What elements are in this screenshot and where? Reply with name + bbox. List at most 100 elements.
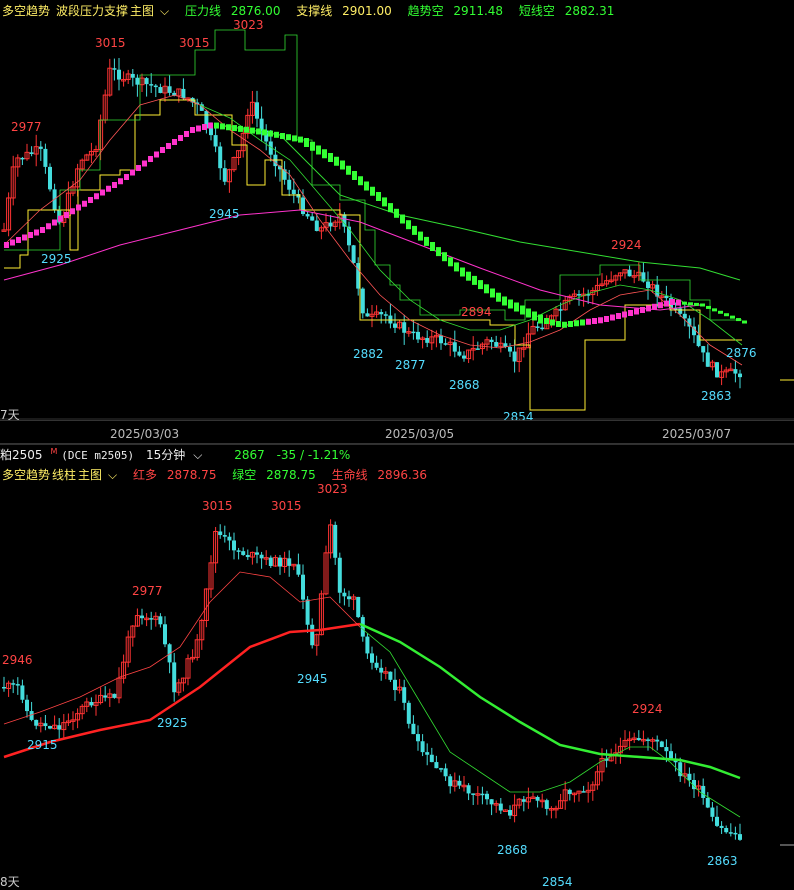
candle-body [310,624,315,646]
main-chart-label: 主图 [130,4,155,18]
trend-band-segment [508,299,513,309]
candle-body [34,719,39,726]
last-price: 2867 [234,448,265,462]
candle-body [89,701,94,706]
candle-body [535,326,540,328]
trend-band-segment [250,127,255,134]
candle-body [448,776,453,787]
trend-band-segment [286,134,291,141]
candle-body [402,322,407,333]
candle-body [181,88,186,99]
candle-body [724,827,729,833]
candle-body [255,102,259,119]
peak-label: 2924 [632,702,663,716]
candle-body [485,793,489,800]
candle-body [705,352,710,367]
trend-band-segment [406,220,411,230]
trend-band-segment [688,302,693,306]
candle-body [255,552,259,555]
trend-band-segment [4,242,9,248]
trend-band-segment [430,242,435,251]
main-chart-menu[interactable]: 主图 ⌵ [78,468,123,482]
indicator-sub[interactable]: 波段压力支撑 [56,4,128,18]
main-chart-menu[interactable]: 主图 ⌵ [130,4,175,18]
trend-band-segment [184,131,189,137]
main-chart-canvas[interactable] [0,0,794,420]
trend-band-segment [424,236,429,246]
trend-band-segment [376,192,381,201]
candle-body [296,564,301,575]
trend-band-segment [28,232,33,238]
candle-body [227,536,232,541]
trend-band-segment [292,135,297,142]
short-ma-line [3,571,361,725]
sub-chart-legend: 多空趋势 线柱 主图 ⌵ 红多 2878.75 绿空 2878.75 生命线 2896… [2,466,439,483]
candle-body [646,281,650,289]
candle-body [347,596,351,600]
trend-band-segment [178,135,183,141]
trend-band-segment [328,153,333,162]
indicator-name[interactable]: 多空趋势 [2,468,50,482]
candle-body [209,128,213,136]
candle-body [11,683,16,685]
candle-body [305,599,310,625]
candle-body [535,796,540,801]
trough-label: 2925 [41,252,72,266]
trend-band-segment [112,182,117,188]
candle-body [719,825,724,828]
candle-body [347,226,351,246]
main-chart-pane[interactable] [0,0,794,420]
chevron-down-icon: ⌵ [160,4,170,18]
candle-body [471,793,476,795]
candle-body [379,667,384,673]
trend-band-segment [646,305,651,312]
candle-body [457,780,462,786]
trend-band-segment [334,156,339,166]
candle-body [425,338,430,343]
trend-band-segment [382,197,387,207]
indicator-sub[interactable]: 线柱 [52,468,76,482]
trend-band-segment [694,302,699,306]
candle-body [540,327,545,330]
trend-band-segment [208,122,213,129]
candle-body [153,85,158,88]
trend-band-segment [274,131,279,138]
green-short-label: 绿空 2878.75 [232,468,316,482]
trend-band-segment [484,284,489,294]
trend-band-segment [634,308,639,315]
candle-body [57,725,62,730]
trend-band-segment [520,305,525,315]
candle-body [457,351,462,356]
candle-body [163,624,167,645]
candle-body [733,369,738,374]
candle-body [669,751,673,759]
trend-band-segment [304,138,309,147]
candle-body [360,288,365,314]
trend-band-segment [568,321,573,327]
candle-body [337,557,342,593]
candle-body [144,78,149,85]
trend-band-segment [364,181,369,191]
trend-band-segment [442,252,447,262]
trend-band-segment [454,262,459,272]
candle-body [687,773,692,781]
candle-body [443,768,448,777]
sub-chart-canvas[interactable] [0,462,794,890]
period-selector[interactable]: 15分钟 ⌵ [146,448,210,462]
trend-band-segment [22,234,27,241]
trend-band-segment [160,147,165,153]
sub-chart-pane[interactable] [0,462,794,890]
trend-band-segment [628,310,633,316]
candle-body [425,752,430,755]
main-chart-label: 主图 [78,468,103,482]
peak-label: 3015 [95,36,126,50]
trend-band-segment [130,169,135,176]
indicator-name[interactable]: 多空趋势 [2,4,50,18]
trend-band-segment [172,139,177,145]
trend-band-segment [202,124,207,130]
trend-band-segment [556,321,561,327]
mid-ma-line [359,626,741,818]
candle-body [43,148,48,167]
instrument-symbol[interactable]: 粕2505 M [0,447,57,462]
trend-band-segment [190,127,195,133]
